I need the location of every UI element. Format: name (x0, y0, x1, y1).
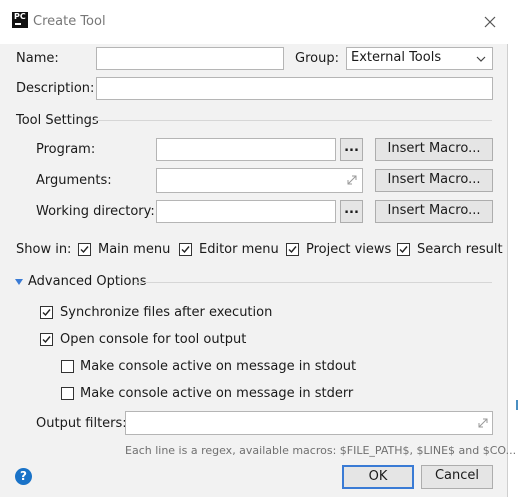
description-label: Description: (16, 81, 95, 96)
output-filters-input[interactable] (125, 411, 493, 435)
console-active-stderr-checkbox[interactable] (61, 387, 74, 400)
advanced-options-toggle[interactable]: Advanced Options (28, 274, 147, 289)
pycharm-app-icon: PC (12, 12, 28, 28)
create-tool-dialog: PC Create Tool Name: Group: External Too… (0, 0, 516, 497)
program-insert-macro-button[interactable]: Insert Macro... (375, 138, 493, 161)
project-views-label: Project views (306, 242, 392, 257)
program-label: Program: (36, 142, 96, 157)
main-menu-label: Main menu (98, 242, 171, 257)
editor-menu-label: Editor menu (199, 242, 279, 257)
window-title: Create Tool (33, 14, 106, 29)
working-directory-browse-button[interactable]: ... (340, 200, 363, 223)
open-console-checkbox[interactable] (40, 333, 53, 346)
search-result-checkbox[interactable] (397, 243, 410, 256)
synchronize-files-checkbox[interactable] (40, 306, 53, 319)
working-directory-insert-macro-button[interactable]: Insert Macro... (375, 200, 493, 223)
app-icon-text: PC (14, 12, 26, 21)
search-result-label: Search result (417, 242, 503, 257)
expand-output-filters-icon[interactable] (478, 418, 488, 428)
title-bar: PC Create Tool (0, 0, 508, 44)
arguments-input[interactable] (156, 168, 363, 193)
group-label: Group: (295, 51, 339, 66)
ok-button[interactable]: OK (342, 465, 414, 489)
open-console-label: Open console for tool output (60, 332, 247, 347)
collapse-triangle-icon[interactable] (15, 278, 23, 286)
console-active-stdout-checkbox[interactable] (61, 360, 74, 373)
editor-menu-checkbox[interactable] (179, 243, 192, 256)
console-active-stdout-label: Make console active on message in stdout (80, 359, 357, 374)
chevron-down-icon (476, 56, 486, 62)
background-window-edge (516, 400, 518, 410)
show-in-label: Show in: (16, 242, 72, 257)
output-filters-label: Output filters: (36, 416, 127, 431)
synchronize-files-label: Synchronize files after execution (60, 305, 273, 320)
arguments-label: Arguments: (36, 173, 112, 188)
advanced-options-divider (134, 282, 492, 283)
output-filters-hint: Each line is a regex, available macros: … (125, 444, 517, 457)
expand-arguments-icon[interactable] (347, 175, 357, 185)
project-views-checkbox[interactable] (286, 243, 299, 256)
working-directory-label: Working directory: (36, 204, 155, 219)
tool-settings-heading: Tool Settings (16, 113, 99, 128)
cancel-button[interactable]: Cancel (421, 465, 493, 489)
tool-settings-divider (94, 120, 492, 121)
group-select-value: External Tools (351, 50, 442, 65)
console-active-stderr-label: Make console active on message in stderr (80, 386, 354, 401)
app-icon-bar (15, 23, 21, 25)
description-input[interactable] (96, 77, 493, 100)
arguments-insert-macro-button[interactable]: Insert Macro... (375, 169, 493, 192)
name-label: Name: (16, 51, 59, 66)
help-icon[interactable]: ? (15, 468, 32, 485)
group-select[interactable]: External Tools (346, 47, 493, 70)
close-icon[interactable] (482, 14, 498, 30)
program-browse-button[interactable]: ... (340, 138, 363, 161)
working-directory-input[interactable] (156, 200, 336, 223)
name-input[interactable] (96, 47, 284, 70)
program-input[interactable] (156, 138, 336, 161)
main-menu-checkbox[interactable] (78, 243, 91, 256)
